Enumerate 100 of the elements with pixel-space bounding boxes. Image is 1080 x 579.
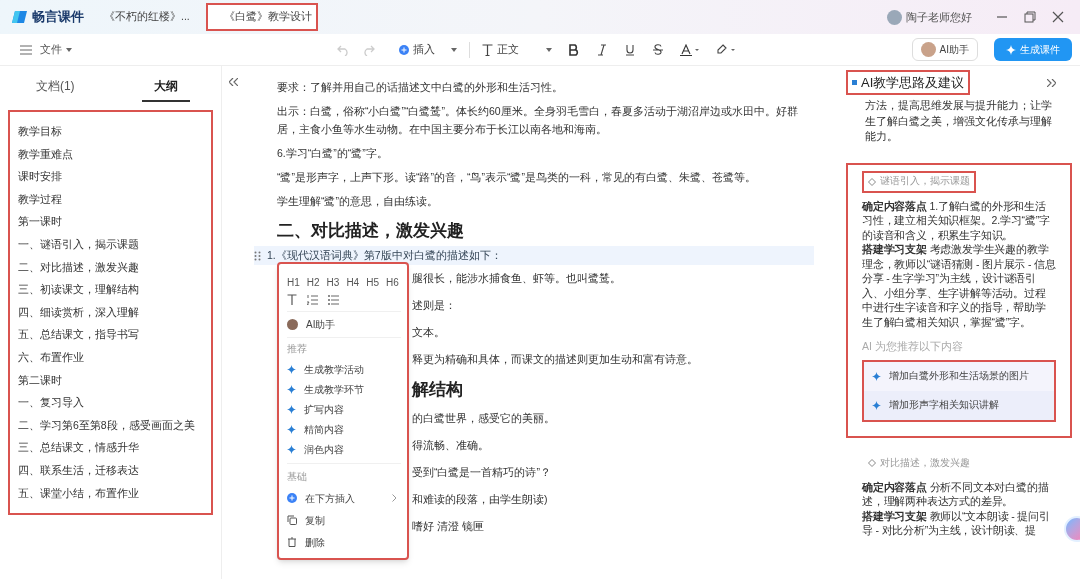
bullet-icon xyxy=(852,80,857,85)
step-tag: 对比描述，激发兴趣 xyxy=(862,451,976,474)
diamond-icon xyxy=(868,458,876,467)
paragraph: 述则是： xyxy=(412,298,456,313)
outline-item[interactable]: 三、初读课文，理解结构 xyxy=(18,278,139,301)
underline-icon[interactable] xyxy=(624,43,636,56)
paragraph: 6.学习“白鹭”的“鹭”字。 xyxy=(277,146,388,161)
chevron-right-icon xyxy=(392,494,397,502)
outline-item[interactable]: 一、复习导入 xyxy=(18,391,84,414)
step-tag: 谜语引入，揭示课题 xyxy=(862,170,976,193)
menu-item[interactable]: 生成教学活动 xyxy=(287,359,401,379)
drag-handle-icon[interactable] xyxy=(254,250,261,261)
bold-icon[interactable] xyxy=(568,43,580,56)
heading-level-button[interactable]: H5 xyxy=(366,274,379,290)
card-paragraph: 搭建学习支架 教师以“文本朗读 - 提问引导 - 对比分析”为主线，设计朗读、提 xyxy=(862,508,1051,538)
paragraph: 受到“白鹭是一首精巧的诗”？ xyxy=(412,465,551,480)
outline-item[interactable]: 四、联系生活，迁移表达 xyxy=(18,458,139,482)
outline-item[interactable]: 第二课时 xyxy=(18,368,62,392)
paragraph: “鹭”是形声字，上声下形。读“路”的音，“鸟”表示“鹭”是鸟类的一科，常见的有白鹭、朱鹭、苍鹭等。 xyxy=(277,170,756,185)
font-color-icon[interactable] xyxy=(680,43,700,56)
user-greeting[interactable]: 陶子老师您好 xyxy=(906,8,972,26)
document-tab[interactable]: 《不朽的红楼》... xyxy=(86,3,198,31)
close-icon[interactable] xyxy=(1052,11,1064,23)
sparkle-icon xyxy=(872,400,881,410)
collapse-icon[interactable] xyxy=(228,78,238,86)
panel-tab[interactable]: 大纲 xyxy=(141,72,190,102)
heading-level-button[interactable]: H3 xyxy=(326,274,340,290)
ai-assistant-button[interactable]: AI助手 xyxy=(911,38,978,61)
section-heading: 解结构 xyxy=(412,379,463,401)
plus-circle-icon xyxy=(287,493,297,503)
recommendation-item[interactable]: 增加形声字相关知识讲解 xyxy=(864,390,1054,420)
outline-item[interactable]: 三、总结课文，情感升华 xyxy=(18,436,139,459)
section-heading: 二、对比描述，激发兴趣 xyxy=(277,220,464,242)
menu-item[interactable]: 润色内容 xyxy=(287,439,401,459)
outline-item[interactable]: 教学过程 xyxy=(18,187,62,211)
outline-item[interactable]: 第一课时 xyxy=(18,210,62,233)
italic-icon[interactable] xyxy=(596,43,608,56)
file-menu[interactable]: 文件 xyxy=(20,41,72,58)
recommend-label: AI 为您推荐以下内容 xyxy=(862,339,963,354)
caret-icon xyxy=(66,47,72,52)
paragraph: 要求：了解并用自己的话描述文中白鹭的外形和生活习性。 xyxy=(277,80,563,95)
app-name: 畅言课件 xyxy=(32,8,84,27)
heading-level-button[interactable]: H2 xyxy=(306,274,320,290)
paragraph: 释更为精确和具体，而课文的描述则更加生动和富有诗意。 xyxy=(412,352,698,367)
avatar-icon[interactable] xyxy=(887,9,902,25)
strikethrough-icon[interactable] xyxy=(652,43,664,56)
menu-item[interactable]: 扩写内容 xyxy=(287,399,401,419)
outline-item[interactable]: 六、布置作业 xyxy=(18,345,84,369)
text-icon[interactable] xyxy=(287,294,297,305)
expand-icon[interactable] xyxy=(1047,78,1056,87)
sparkle-icon xyxy=(1006,44,1016,55)
paragraph: 嗜好 清澄 镜匣 xyxy=(412,519,484,534)
plus-circle-icon xyxy=(399,44,409,55)
menu-item[interactable]: 删除 xyxy=(287,531,401,553)
copy-icon xyxy=(287,515,297,525)
logo-icon xyxy=(12,10,28,24)
menu-item[interactable]: 生成教学环节 xyxy=(287,379,401,399)
card-paragraph: 确定内容落点 1.了解白鹭的外形和生活习性，建立相关知识框架。2.学习“鹭”字的读音和含义，积累生字知识。 xyxy=(862,198,1051,242)
outline-item[interactable]: 四、细读赏析，深入理解 xyxy=(18,300,139,324)
restore-icon[interactable] xyxy=(1024,11,1036,23)
trash-icon xyxy=(287,537,297,547)
outline-item[interactable]: 一、谜语引入，揭示课题 xyxy=(18,232,139,256)
outline-item[interactable]: 教学目标 xyxy=(18,120,62,143)
menu-icon xyxy=(20,44,32,55)
heading-level-button[interactable]: H4 xyxy=(346,274,360,290)
paragraph: 出示：白鹭，俗称“小白鹭”“白鹭鸶”。体长约60厘米。全身羽毛雪白，春夏多活动于湖沼岸边或水田中。好群居，主食小鱼等水生动物。在中国主要分布于长江以南各地和海南。 xyxy=(277,104,799,137)
paragraph: 得流畅、准确。 xyxy=(412,438,489,453)
bulleted-list-icon[interactable] xyxy=(328,294,339,305)
text-icon xyxy=(482,43,493,56)
outline-item[interactable]: 课时安排 xyxy=(18,165,62,188)
group-label: 推荐 xyxy=(287,342,307,356)
paragraph: 文本。 xyxy=(412,325,445,340)
menu-item[interactable]: 复制 xyxy=(287,509,401,531)
panel-title: AI教学思路及建议 xyxy=(846,70,971,95)
outline-item[interactable]: 教学重难点 xyxy=(18,142,73,166)
caret-icon xyxy=(451,47,457,52)
caret-icon xyxy=(546,47,552,52)
document-tab[interactable]: 《白鹭》教学设计 xyxy=(206,3,318,31)
heading-level-button[interactable]: H6 xyxy=(386,274,399,290)
group-label: 基础 xyxy=(287,470,307,484)
ai-assistant-item[interactable]: AI助手 xyxy=(287,312,401,338)
insert-button[interactable]: 插入 xyxy=(399,41,457,58)
recommendation-item[interactable]: 增加白鹭外形和生活场景的图片 xyxy=(864,361,1054,391)
menu-item[interactable]: 精简内容 xyxy=(287,419,401,439)
menu-item[interactable]: 在下方插入 xyxy=(287,487,401,509)
panel-tab[interactable]: 文档(1) xyxy=(23,72,87,102)
highlighter-icon[interactable] xyxy=(716,43,736,56)
sparkle-icon xyxy=(872,371,881,381)
outline-item[interactable]: 五、总结课文，指导书写 xyxy=(18,323,139,346)
numbered-list-icon[interactable] xyxy=(307,294,318,305)
outline-item[interactable]: 二、对比描述，激发兴趣 xyxy=(18,255,139,279)
card-paragraph: 搭建学习支架 考虑激发学生兴趣的教学理念，教师以“谜语猜测 - 图片展示 - 信息分享 - 生字学习”为主线，设计谜语引入、小组分享、生字讲解等活动。过程中进行生字读音和字义的指导，帮助学生了解白鹭相关知识，掌握“鹭”字。 xyxy=(862,242,1056,329)
outline-item[interactable]: 二、学习第6至第8段，感受画面之美 xyxy=(18,413,195,437)
paragraph: 的白鹭世界，感受它的美丽。 xyxy=(412,411,555,426)
outline-item[interactable]: 五、课堂小结，布置作业 xyxy=(18,481,139,505)
heading-level-button[interactable]: H1 xyxy=(287,274,300,290)
text-style-dropdown[interactable]: 正文 xyxy=(482,41,552,58)
paragraph: 学生理解“鹭”的意思，自由练读。 xyxy=(277,194,438,209)
paragraph: 和难读的段落，由学生朗读) xyxy=(412,492,548,507)
intro-text: 方法，提高思维发展与提升能力；让学生了解白鹭之美，增强文化传承与理解能力。 xyxy=(864,98,1053,144)
